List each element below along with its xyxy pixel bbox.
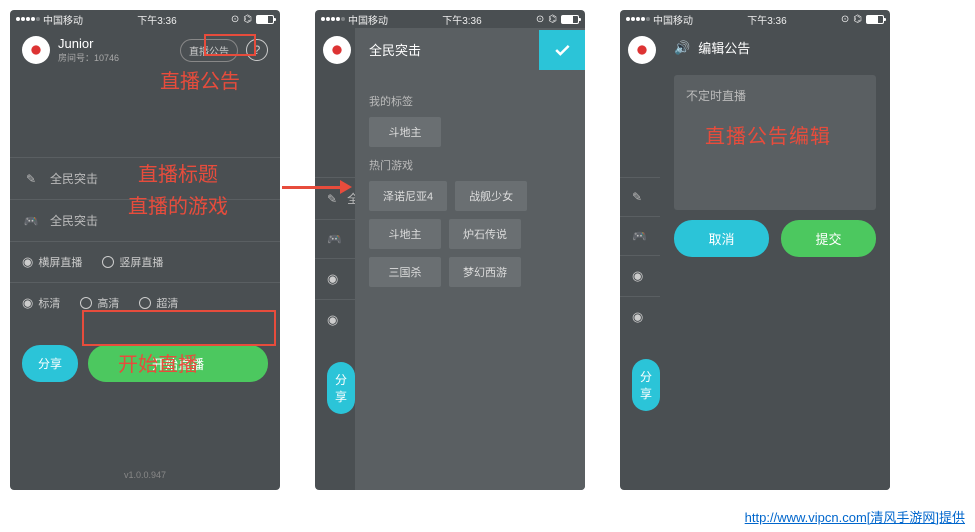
hd-radio[interactable]: 高清 bbox=[80, 295, 119, 311]
speaker-icon: 🔊 bbox=[674, 40, 690, 56]
alarm-icon: ⊙ bbox=[231, 14, 239, 25]
gamepad-icon: 🎮 bbox=[22, 214, 40, 228]
clock-label: 下午3:36 bbox=[137, 12, 176, 27]
edit-announcement-panel: 🔊 编辑公告 不定时直播 取消 提交 bbox=[660, 28, 890, 490]
orientation-row: ◉横屏直播 竖屏直播 bbox=[10, 242, 280, 282]
game-value: 全民突击 bbox=[50, 212, 98, 229]
checkmark-icon bbox=[552, 40, 572, 60]
screen-3-edit-announcement: 中国移动 下午3:36 ⊙⌬ ✎ 🎮 ◉ ◉ 分享 🔊 编辑公告 不定时直播 取… bbox=[620, 10, 890, 490]
portrait-radio[interactable]: 竖屏直播 bbox=[102, 254, 163, 270]
user-name: Junior bbox=[58, 36, 119, 51]
game-input-row[interactable]: 🎮 全民突击 bbox=[10, 200, 280, 242]
game-picker-panel: 全民突击 我的标签 斗地主 热门游戏 泽诺尼亚4 战舰少女 斗地主 炉石传说 三… bbox=[355, 28, 585, 490]
tag-item[interactable]: 斗地主 bbox=[369, 219, 441, 249]
textarea-content: 不定时直播 bbox=[686, 89, 746, 103]
arrow-annotation bbox=[282, 180, 352, 194]
pencil-icon: ✎ bbox=[22, 172, 40, 186]
announcement-button[interactable]: 直播公告 bbox=[180, 39, 238, 62]
sd-radio[interactable]: ◉标清 bbox=[22, 295, 60, 311]
cancel-button[interactable]: 取消 bbox=[674, 220, 769, 257]
landscape-radio[interactable]: ◉横屏直播 bbox=[22, 254, 82, 270]
title-value: 全民突击 bbox=[50, 170, 98, 187]
carrier-label: 中国移动 bbox=[43, 12, 83, 27]
share-button[interactable]: 分享 bbox=[22, 345, 78, 382]
title-input-row[interactable]: ✎ 全民突击 bbox=[10, 158, 280, 200]
bluetooth-icon: ⌬ bbox=[243, 14, 252, 25]
tag-item[interactable]: 斗地主 bbox=[369, 117, 441, 147]
confirm-button[interactable] bbox=[539, 30, 585, 70]
status-bar: 中国移动 下午3:36 ⊙ ⌬ bbox=[10, 10, 280, 28]
my-tags-list: 斗地主 bbox=[369, 117, 571, 147]
status-bar: 中国移动 下午3:36 ⊙⌬ bbox=[620, 10, 890, 28]
help-icon[interactable]: ? bbox=[246, 39, 268, 61]
popular-label: 热门游戏 bbox=[369, 157, 571, 173]
tag-item[interactable]: 战舰少女 bbox=[455, 181, 527, 211]
avatar bbox=[628, 36, 656, 64]
avatar[interactable] bbox=[22, 36, 50, 64]
room-id: 房间号：10746 bbox=[58, 51, 119, 64]
screen-2-game-picker: 中国移动 下午3:36 ⊙⌬ ✎全 🎮 ◉横 ◉标 分享 全民突击 我的标签 斗… bbox=[315, 10, 585, 490]
tag-item[interactable]: 泽诺尼亚4 bbox=[369, 181, 447, 211]
avatar bbox=[323, 36, 351, 64]
screen-1-main: 中国移动 下午3:36 ⊙ ⌬ Junior 房间号：10746 直播公告 ? … bbox=[10, 10, 280, 490]
my-tags-label: 我的标签 bbox=[369, 93, 571, 109]
popular-games-list: 泽诺尼亚4 战舰少女 斗地主 炉石传说 三国杀 梦幻西游 bbox=[369, 181, 571, 287]
submit-button[interactable]: 提交 bbox=[781, 220, 876, 257]
edit-title: 编辑公告 bbox=[698, 38, 750, 57]
tag-item[interactable]: 三国杀 bbox=[369, 257, 441, 287]
status-bar: 中国移动 下午3:36 ⊙⌬ bbox=[315, 10, 585, 28]
user-header: Junior 房间号：10746 直播公告 ? bbox=[10, 28, 280, 72]
start-stream-button[interactable]: 开始直播 bbox=[88, 345, 268, 382]
version-label: v1.0.0.947 bbox=[10, 470, 280, 480]
uhd-radio[interactable]: 超清 bbox=[139, 295, 178, 311]
selected-game: 全民突击 bbox=[355, 28, 539, 71]
battery-icon bbox=[256, 15, 274, 24]
signal-dots-icon bbox=[16, 17, 40, 21]
announcement-textarea[interactable]: 不定时直播 bbox=[674, 75, 876, 210]
source-link[interactable]: http://www.vipcn.com[清风手游网]提供 bbox=[745, 507, 965, 526]
tag-item[interactable]: 梦幻西游 bbox=[449, 257, 521, 287]
quality-row: ◉标清 高清 超清 bbox=[10, 282, 280, 323]
tag-item[interactable]: 炉石传说 bbox=[449, 219, 521, 249]
